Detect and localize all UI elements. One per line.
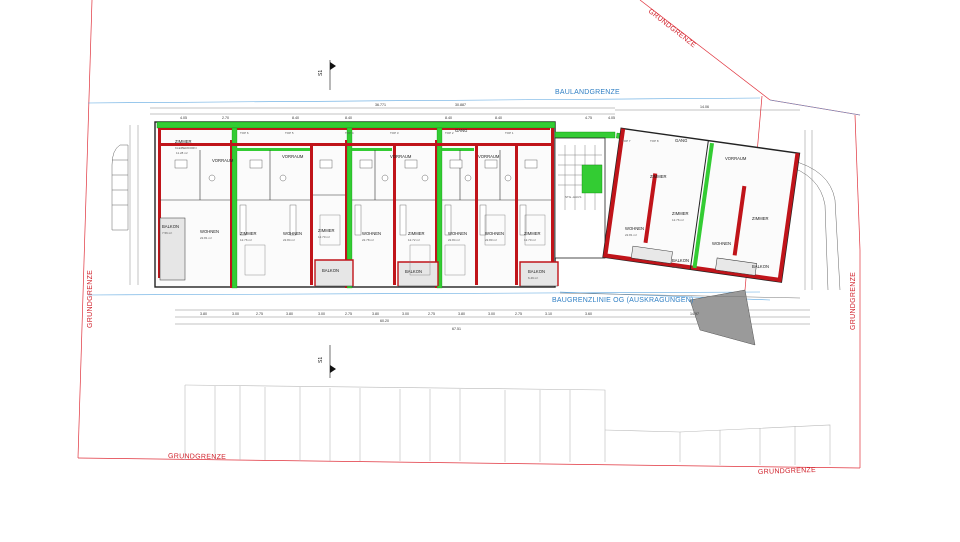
dim-bottom-seg: 14.97 <box>690 312 699 316</box>
gang-label: GANG <box>455 128 467 133</box>
balcony-label: BALKON <box>405 269 422 274</box>
room-area: 22.84 m² <box>283 238 295 242</box>
top-label: TOP 2 <box>445 131 454 135</box>
room-label: VORRAUM <box>478 154 500 159</box>
section-marker-top: S1 <box>318 60 336 90</box>
dim-bottom-seg: 3.00 <box>318 312 325 316</box>
room-label: WOHNEN <box>283 231 302 236</box>
dim-bottom-seg: 3.60 <box>585 312 592 316</box>
dim-top-seg: 8.40 <box>495 116 502 120</box>
stairwell-label: STG.-HAUS <box>565 195 581 199</box>
room-label: ZIMMER <box>240 231 257 236</box>
grundgrenze-label-bottom-right: GRUNDGRENZE <box>758 467 816 476</box>
dim-bottom-seg: 3.00 <box>488 312 495 316</box>
room-label: VORRAUM <box>282 154 304 159</box>
room-label: WOHNEN <box>625 226 644 231</box>
room-area: 22.81 m² <box>200 236 212 240</box>
room-area: 12.70 m² <box>524 238 536 242</box>
room-area: 22.80 m² <box>485 238 497 242</box>
top-label: TOP 4 <box>345 131 354 135</box>
dim-top-seg: 8.40 <box>345 116 352 120</box>
top-dimension-segments: 4.05 2.70 8.40 8.40 8.40 8.40 4.75 4.05 <box>180 116 615 120</box>
room-label: VORRAUM <box>390 154 412 159</box>
dim-bottom-seg: 3.80 <box>458 312 465 316</box>
gang-label-right: GANG <box>675 138 687 143</box>
dim-top-total-a: 36.771 <box>375 103 386 107</box>
dim-top-seg: 4.75 <box>585 116 592 120</box>
room-area: 22.78 m² <box>362 238 374 242</box>
dim-top-seg: 4.05 <box>180 116 187 120</box>
room-area: 12.76 m² <box>240 238 252 242</box>
section-label-top: S1 <box>318 70 324 76</box>
dim-top-seg: 4.05 <box>608 116 615 120</box>
balcony-label: BALKON <box>752 264 769 269</box>
room-area: 12.72 m² <box>408 238 420 242</box>
bottom-dimension-segments: 3.80 3.00 2.75 3.80 3.00 2.75 3.80 3.00 … <box>200 312 699 323</box>
room-area: 22.81 m² <box>625 233 637 237</box>
balcony-area: 7.56 m² <box>162 231 172 235</box>
top-label: TOP 6 <box>240 131 249 135</box>
grundgrenze-label-top: GRUNDGRENZE <box>647 8 697 49</box>
room-label: ZIMMER <box>408 231 425 236</box>
balcony-label: BALKON <box>672 258 689 263</box>
top-label: TOP 5 <box>285 131 294 135</box>
room-area: 11.28 m² <box>176 151 188 155</box>
room-label: WOHNEN <box>485 231 504 236</box>
balcony-label: BALKON <box>162 224 179 229</box>
top-label: TOP 3 <box>390 131 399 135</box>
balcony-area: 6.49 m² <box>672 265 682 269</box>
room-label: ZIMMER <box>175 139 192 144</box>
room-area: 12.70 m² <box>318 235 330 239</box>
dim-bottom-seg: 3.80 <box>372 312 379 316</box>
dim-bottom-total-a: 60.20 <box>380 319 389 323</box>
dim-bottom-total: 67.51 <box>452 327 461 331</box>
room-label: WOHNEN <box>200 229 219 234</box>
grundgrenze-label-left: GRUNDGRENZE <box>87 270 94 328</box>
room-label: WOHNEN <box>712 241 731 246</box>
balcony-label: BALKON <box>528 269 545 274</box>
dim-bottom-seg: 3.80 <box>286 312 293 316</box>
balcony-label: BALKON <box>322 268 339 273</box>
dim-top-total-b: 30.887 <box>455 103 466 107</box>
dim-bottom-seg: 2.75 <box>256 312 263 316</box>
dim-right-total: 14.06 <box>700 105 709 109</box>
top-label: TOP 1 <box>505 131 514 135</box>
grundgrenze-label-right: GRUNDGRENZE <box>850 272 857 330</box>
room-label: ZIMMER <box>318 228 335 233</box>
grundgrenze-label-bottom: GRUNDGRENZE <box>168 453 226 461</box>
balcony-area: 6.49 m² <box>528 276 538 280</box>
room-label: VORRAUM <box>725 156 747 161</box>
entry-stair <box>111 144 129 231</box>
dim-bottom-seg: 2.75 <box>428 312 435 316</box>
room-sub: KLEIBERDORN <box>175 146 197 150</box>
baugrenzlinie-label: BAUGRENZLINIE OG (AUSKRAGUNGEN) <box>552 297 694 304</box>
room-area: 22.84 m² <box>448 238 460 242</box>
dim-top-seg: 8.40 <box>445 116 452 120</box>
room-label: ZIMMER <box>752 216 769 221</box>
room-area: 12.76 m² <box>672 218 684 222</box>
dim-bottom-seg: 2.75 <box>345 312 352 316</box>
parking-area <box>184 384 831 465</box>
dim-bottom-seg: 3.00 <box>232 312 239 316</box>
dim-bottom-seg: 3.10 <box>545 312 552 316</box>
room-label: ZIMMER <box>650 174 667 179</box>
dim-bottom-seg: 2.75 <box>515 312 522 316</box>
room-label: ZIMMER <box>524 231 541 236</box>
section-label-bottom: S1 <box>318 357 324 363</box>
dim-top-seg: 2.70 <box>222 116 229 120</box>
room-label: WOHNEN <box>448 231 467 236</box>
dim-bottom-seg: 3.00 <box>402 312 409 316</box>
dim-top-seg: 8.40 <box>292 116 299 120</box>
room-label: WOHNEN <box>362 231 381 236</box>
dim-bottom-seg: 3.80 <box>200 312 207 316</box>
top-label: TOP 8 <box>650 139 659 143</box>
section-marker-bottom: S1 <box>318 345 336 378</box>
baulandgrenze-label: BAULANDGRENZE <box>555 89 620 96</box>
top-label: TOP 7 <box>622 139 631 143</box>
room-label: VORRAUM <box>212 158 234 163</box>
room-label: ZIMMER <box>672 211 689 216</box>
floor-plan: S1 S1 BAULANDGRENZE BAUGRENZLINIE OG (AU… <box>77 0 861 476</box>
